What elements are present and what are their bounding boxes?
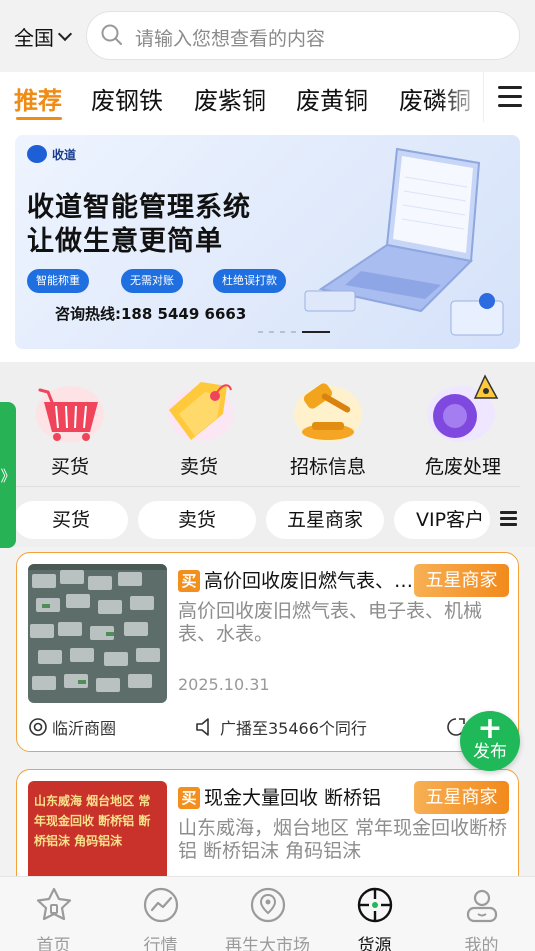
- region-selector[interactable]: 全国: [14, 22, 73, 51]
- banner-pill: 无需对账: [121, 269, 183, 293]
- nav-supply[interactable]: 货源: [321, 885, 428, 951]
- listing-title: 现金大量回收 断桥铝: [204, 787, 382, 809]
- carousel-dot-active: [302, 331, 330, 333]
- quick-link-label: 危废处理: [424, 456, 501, 478]
- speaker-icon: [196, 718, 209, 736]
- nav-profile[interactable]: 我的: [428, 885, 535, 951]
- listing-date: 2025.10.31: [178, 675, 270, 694]
- listing-thumbnail: [28, 564, 167, 703]
- user-icon: [466, 889, 497, 923]
- quick-link-buy[interactable]: 买货: [15, 374, 125, 479]
- carousel-dot: [269, 331, 274, 333]
- region-label: 全国: [14, 26, 54, 50]
- quick-link-label: 买货: [50, 456, 89, 478]
- carousel-dot: [291, 331, 296, 333]
- five-star-badge: 五星商家: [414, 564, 509, 597]
- filter-chip-vip[interactable]: VIP客户: [394, 501, 490, 539]
- nav-market-trend[interactable]: 行情: [107, 885, 214, 951]
- trend-chart-icon: [143, 887, 178, 923]
- carousel-dots: [258, 331, 330, 333]
- search-box[interactable]: 请输入您想查看的内容: [86, 11, 520, 60]
- price-tag-icon: [168, 382, 234, 441]
- quick-link-tender-info[interactable]: 招标信息: [273, 374, 383, 479]
- listing-title: 高价回收废旧燃气表、电子表、机械表、水表。: [204, 570, 414, 592]
- map-pin-icon: [250, 887, 285, 923]
- buy-tag: 买: [178, 787, 200, 809]
- tab-scrap-steel[interactable]: 废钢铁: [91, 81, 163, 116]
- side-drawer-handle[interactable]: 》: [0, 402, 16, 548]
- banner-hotline: 咨询热线:188 5449 6663: [55, 305, 247, 323]
- nav-recycling-market[interactable]: 再生大市场: [214, 885, 321, 951]
- search-icon: [101, 24, 122, 45]
- laptop-illustration: [304, 147, 504, 336]
- logo-mark-icon: [27, 145, 47, 163]
- filter-chip-buy[interactable]: 买货: [14, 501, 128, 539]
- carousel-dot: [258, 331, 263, 333]
- promo-banner[interactable]: 收道 收道智能管理系统 让做生意更简单 智能称重 无需对账 杜绝误打款 咨询热线…: [15, 135, 520, 349]
- chevron-down-icon: [57, 26, 73, 41]
- five-star-badge: 五星商家: [414, 781, 509, 814]
- listing-circle[interactable]: 临沂商圈: [28, 715, 116, 739]
- banner-pill: 智能称重: [27, 269, 89, 293]
- filter-chips: 买货 卖货 五星商家 VIP客户: [0, 487, 535, 547]
- shoudao-logo: 收道: [27, 145, 76, 163]
- category-tabs: 推荐 废钢铁 废紫铜 废黄铜 废磷铜: [0, 72, 535, 122]
- broadcast-label: 广播至35466个同行: [220, 719, 367, 738]
- active-tab-indicator: [16, 117, 62, 120]
- tab-scrap-brass[interactable]: 废黄铜: [296, 81, 368, 116]
- top-bar: 全国 请输入您想查看的内容: [0, 0, 535, 72]
- crosshair-icon: [357, 887, 392, 923]
- listing-circle-label: 临沂商圈: [52, 719, 117, 738]
- filter-chip-five-star[interactable]: 五星商家: [266, 501, 384, 539]
- banner-pill: 杜绝误打款: [213, 269, 286, 293]
- listing-description: 高价回收废旧燃气表、电子表、机械表、水表。: [178, 600, 483, 645]
- bottom-nav: 首页 行情 再生大市场 货源 我的: [0, 876, 535, 951]
- publish-button[interactable]: + 发布: [460, 711, 520, 771]
- double-chevron-right-icon: 》: [0, 466, 16, 485]
- quick-links: 买货 卖货 招标信息 危废处理: [0, 362, 535, 487]
- shopping-basket-icon: [36, 386, 104, 442]
- listing-description: 山东威海，烟台地区 常年现金回收断桥铝 断桥铝沫 角码铝沫: [178, 817, 508, 862]
- category-menu-button[interactable]: [483, 72, 535, 122]
- search-placeholder: 请输入您想查看的内容: [135, 28, 326, 50]
- quick-link-sell[interactable]: 卖货: [144, 374, 254, 479]
- carousel-dot: [280, 331, 285, 333]
- tab-scrap-copper[interactable]: 废紫铜: [194, 81, 266, 116]
- nav-home[interactable]: 首页: [0, 885, 107, 951]
- plus-icon: +: [477, 711, 503, 746]
- publish-label: 发布: [473, 742, 507, 762]
- listing-broadcast: 广播至35466个同行: [194, 715, 367, 739]
- tab-recommend[interactable]: 推荐: [14, 81, 62, 116]
- gavel-icon: [294, 383, 362, 442]
- buy-tag: 买: [178, 570, 200, 592]
- quick-link-label: 招标信息: [289, 456, 366, 478]
- listing-card[interactable]: 买 高价回收废旧燃气表、电子表、机械表、水表。 五星商家 高价回收废旧燃气表、电…: [16, 552, 519, 752]
- home-star-icon: [36, 887, 71, 921]
- location-circle-icon: [29, 718, 47, 736]
- hazard-barrel-icon: [427, 374, 499, 442]
- banner-subheadline: 让做生意更简单: [27, 226, 223, 257]
- quick-link-hazardous-waste[interactable]: 危废处理: [408, 374, 518, 479]
- filter-chip-sell[interactable]: 卖货: [138, 501, 256, 539]
- filter-menu-icon[interactable]: [500, 511, 517, 529]
- quick-link-label: 卖货: [179, 456, 218, 478]
